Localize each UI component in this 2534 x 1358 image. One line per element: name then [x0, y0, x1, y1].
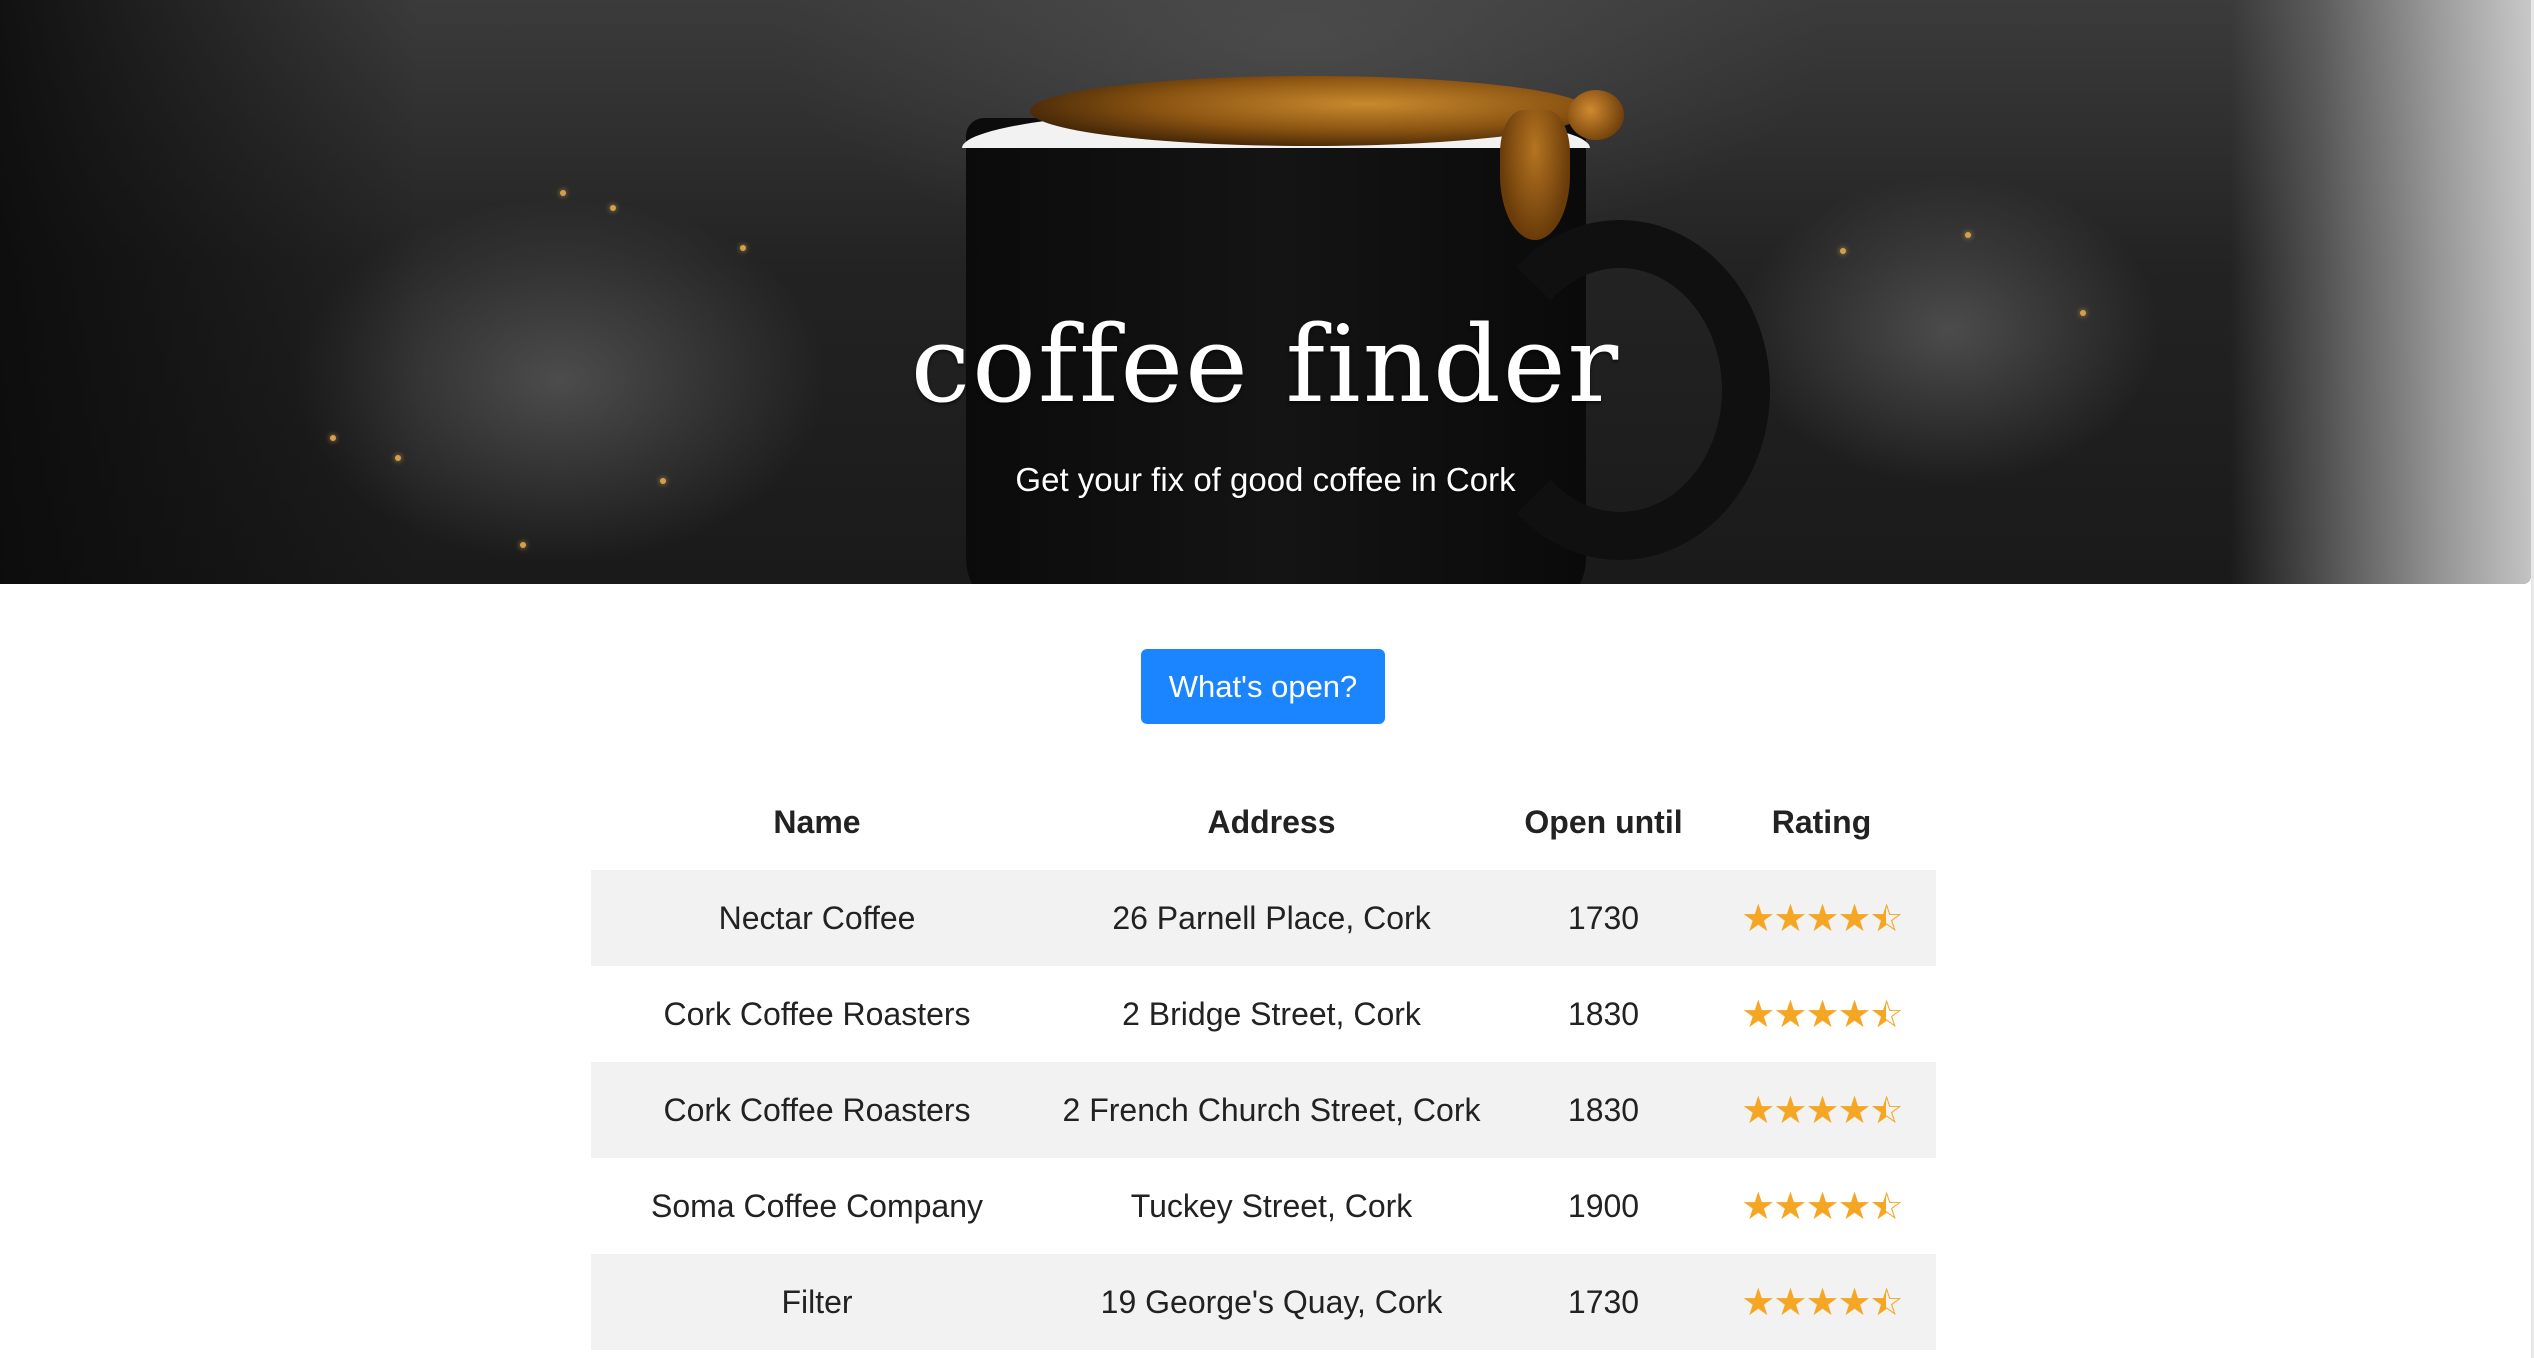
- sparkle: [330, 435, 336, 441]
- star-rating: ★★★★☆☆★: [1741, 1279, 1904, 1324]
- column-header-open-until: Open until: [1524, 803, 1683, 840]
- star-icon: ★: [1773, 895, 1807, 940]
- cell-address: Tuckey Street, Cork: [1130, 1187, 1413, 1224]
- cell-open-until: 1730: [1500, 870, 1707, 966]
- cell-name: Filter: [591, 1254, 1043, 1350]
- star-icon: ★: [1805, 1279, 1839, 1324]
- cell-name: Soma Coffee Company: [650, 1187, 984, 1224]
- star-icon: ★: [1741, 991, 1775, 1036]
- star-icon: ★: [1741, 1183, 1775, 1228]
- sparkle: [610, 205, 616, 211]
- cell-name: Cork Coffee Roasters: [591, 1062, 1043, 1158]
- cell-rating: ★★★★☆☆★: [1707, 870, 1936, 966]
- sparkle: [1965, 232, 1971, 238]
- hero-banner: coffee finder Get your fix of good coffe…: [0, 0, 2531, 584]
- star-icon: ★: [1741, 1279, 1775, 1324]
- cell-open-until: 1830: [1567, 995, 1640, 1032]
- cell-rating: ★★★★☆☆★: [1707, 1158, 1936, 1254]
- star-half-icon: ☆☆★: [1869, 991, 1904, 1036]
- whats-open-button[interactable]: What's open?: [1141, 649, 1385, 724]
- coffee-drop: [1568, 90, 1624, 140]
- cell-rating: ★★★★☆☆★: [1707, 1254, 1936, 1350]
- sparkle: [740, 245, 746, 251]
- column-header-rating: Rating: [1771, 803, 1872, 840]
- star-icon: ★: [1741, 1087, 1775, 1132]
- star-half-icon: ☆☆★: [1869, 1279, 1904, 1324]
- star-rating: ★★★★☆☆★: [1741, 895, 1904, 940]
- cell-address: 2 Bridge Street, Cork: [1122, 995, 1421, 1032]
- sparkle: [560, 190, 566, 196]
- star-icon: ★: [1805, 895, 1839, 940]
- cell-address: 19 George's Quay, Cork: [1043, 1254, 1500, 1350]
- cell-open-until: 1830: [1500, 1062, 1707, 1158]
- star-rating: ★★★★☆☆★: [1741, 1087, 1904, 1132]
- star-icon: ★: [1773, 1087, 1807, 1132]
- coffee-shops-table: Name Address Open until Rating Nectar Co…: [591, 774, 1936, 1350]
- table-row: Cork Coffee Roasters 2 Bridge Street, Co…: [591, 966, 1936, 1062]
- star-icon: ★: [1837, 1279, 1872, 1324]
- page-subtitle: Get your fix of good coffee in Cork: [1015, 461, 1516, 498]
- table-row: Cork Coffee Roasters 2 French Church Str…: [591, 1062, 1936, 1158]
- column-header-name: Name: [773, 803, 861, 840]
- star-icon: ★: [1773, 991, 1807, 1036]
- cell-name: Cork Coffee Roasters: [663, 995, 971, 1032]
- cell-open-until: 1730: [1500, 1254, 1707, 1350]
- star-half-icon: ☆☆★: [1869, 1183, 1904, 1228]
- star-icon: ★: [1837, 895, 1872, 940]
- star-icon: ★: [1837, 1183, 1872, 1228]
- star-icon: ★: [1837, 1087, 1872, 1132]
- star-icon: ★: [1837, 991, 1872, 1036]
- star-half-icon: ☆☆★: [1869, 895, 1904, 940]
- cell-open-until: 1900: [1567, 1187, 1640, 1224]
- cell-address: 26 Parnell Place, Cork: [1043, 870, 1500, 966]
- table-row: Filter 19 George's Quay, Cork 1730 ★★★★ ☆…: [591, 1254, 1936, 1350]
- sparkle: [520, 542, 526, 548]
- star-icon: ★: [1805, 991, 1839, 1036]
- cell-name: Nectar Coffee: [591, 870, 1043, 966]
- cell-address: 2 French Church Street, Cork: [1043, 1062, 1500, 1158]
- star-rating: ★★★★☆☆★: [1741, 1183, 1904, 1228]
- star-rating: ★★★★☆☆★: [1741, 991, 1904, 1036]
- star-icon: ★: [1773, 1183, 1807, 1228]
- star-icon: ★: [1805, 1183, 1839, 1228]
- page: coffee finder Get your fix of good coffe…: [0, 0, 2534, 1358]
- star-icon: ★: [1741, 895, 1775, 940]
- cell-rating: ★★★★☆☆★: [1707, 1062, 1936, 1158]
- table-row: Nectar Coffee 26 Parnell Place, Cork 173…: [591, 870, 1936, 966]
- star-icon: ★: [1805, 1087, 1839, 1132]
- table-row: Soma Coffee Company Tuckey Street, Cork …: [591, 1158, 1936, 1254]
- star-half-icon: ☆☆★: [1869, 1087, 1904, 1132]
- sparkle: [1840, 248, 1846, 254]
- star-icon: ★: [1773, 1279, 1807, 1324]
- table-header-row: Name Address Open until Rating: [591, 774, 1936, 870]
- column-header-address: Address: [1207, 803, 1336, 840]
- page-title: coffee finder: [910, 303, 1621, 426]
- coffee-spill: [1500, 110, 1570, 240]
- cell-rating: ★★★★☆☆★: [1707, 966, 1936, 1062]
